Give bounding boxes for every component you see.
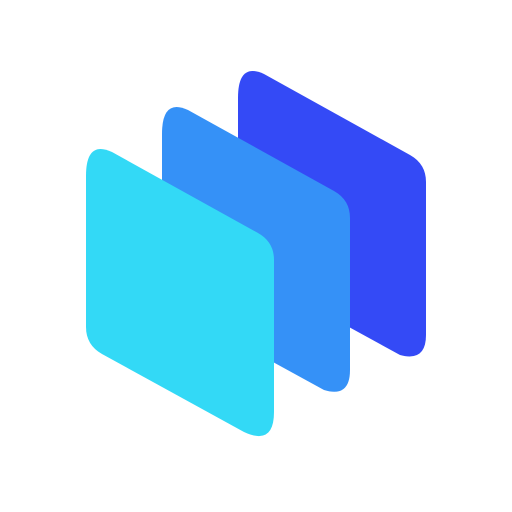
stacked-layers-logo-icon bbox=[86, 71, 426, 437]
logo-canvas bbox=[0, 0, 512, 512]
